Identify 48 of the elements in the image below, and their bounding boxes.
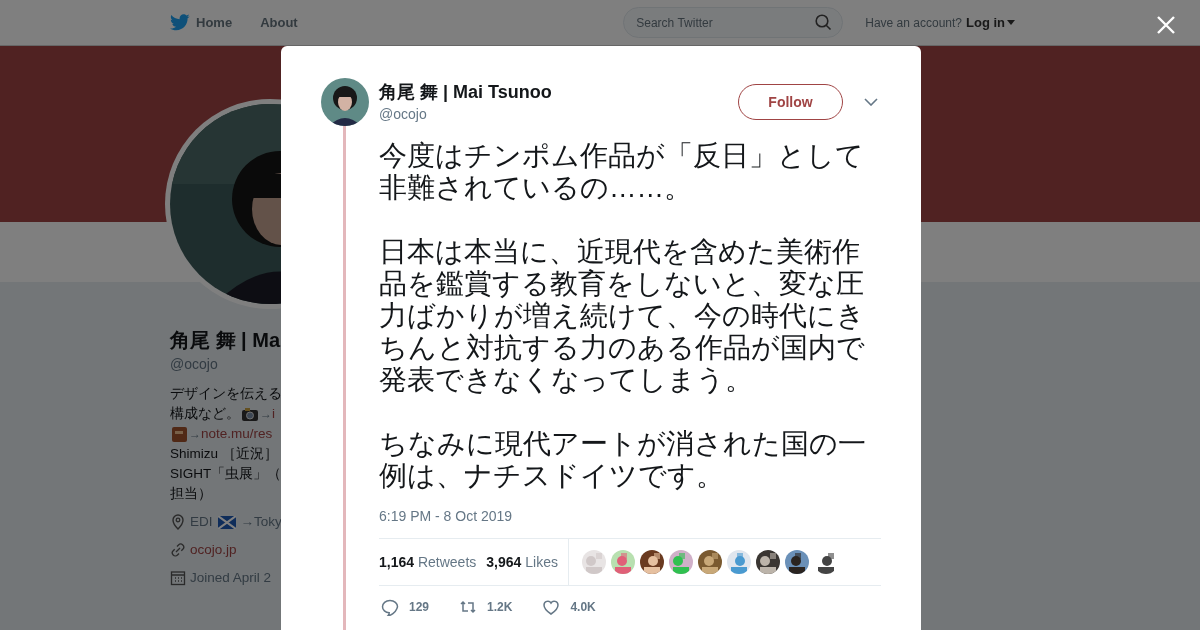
profile-handle: @ocojo [170,355,218,374]
bio-link[interactable]: i [272,404,275,424]
search-icon [815,14,833,31]
stat-link[interactable]: 1,164 Retweets [379,554,477,570]
flag-icon [217,515,236,529]
caret-icon [1007,20,1015,25]
location-text: EDI [190,513,213,531]
arrow-text: → [189,426,201,443]
like-button[interactable]: 4.0K [540,596,598,618]
close-icon [1157,16,1175,34]
follow-button[interactable]: Follow [738,84,843,120]
search-field[interactable]: Search Twitter [623,7,844,38]
camera-icon [241,406,259,422]
link-icon [170,542,186,558]
tweet-timestamp: 6:19 PM - 8 Oct 2019 [379,507,514,526]
location-text: →Toky [240,513,282,531]
speech-bubble-icon [381,598,399,616]
bio-text: Shimizu ［近況］ [170,445,278,463]
home-link[interactable]: Home [170,14,233,31]
tweet-text: ちなみに現代アートが消された国の一例は、ナチスドイツです。 [379,428,867,492]
heart-icon [542,598,561,616]
arrow-text: → [260,406,272,423]
bio-text: SIGHT「虫展」（ [170,465,282,483]
tweet-text: 日本は本当に、近現代を含めた美術作品を鑑賞する教育をしないと、変な圧力ばかりが増え続けて、今の時代にきちんと対抗する力のある作品が国内で発表できなくなってしまう。 [379,236,866,396]
more-button[interactable] [861,95,881,109]
login-link[interactable]: Log in [966,15,1015,30]
bio-link[interactable]: note.mu/res [201,424,273,444]
calendar-icon [170,570,186,586]
account-prompt: Have an account? [865,15,962,30]
book-icon [171,426,188,442]
stat-link[interactable]: 3,964 Likes [486,554,558,570]
author-name[interactable]: 角尾 舞 | Mai Tsunoo [379,80,738,104]
retweet-button[interactable]: 1.2K [457,596,515,618]
tweet-text: 今度はチンポム作品が「反日」として非難されているの……。 [379,140,865,204]
bio-text: 担当） [170,485,212,503]
retweet-icon [459,598,478,616]
author-handle[interactable]: @ocojo [379,104,738,124]
nav-link[interactable]: About [260,15,298,30]
bio-text: 構成など。 [170,405,240,423]
joined-date: Joined April 2 [190,569,272,587]
chevron-down-icon [864,98,878,106]
location-pin-icon [170,514,186,530]
close-button[interactable] [1155,14,1177,36]
reply-button[interactable]: 129 [379,596,432,618]
bio-text: デザインを伝える [170,385,282,403]
bird-icon [170,14,190,31]
profile-name: 角尾 舞 | Ma [170,328,281,353]
website-link[interactable]: ocojo.jp [190,540,237,560]
